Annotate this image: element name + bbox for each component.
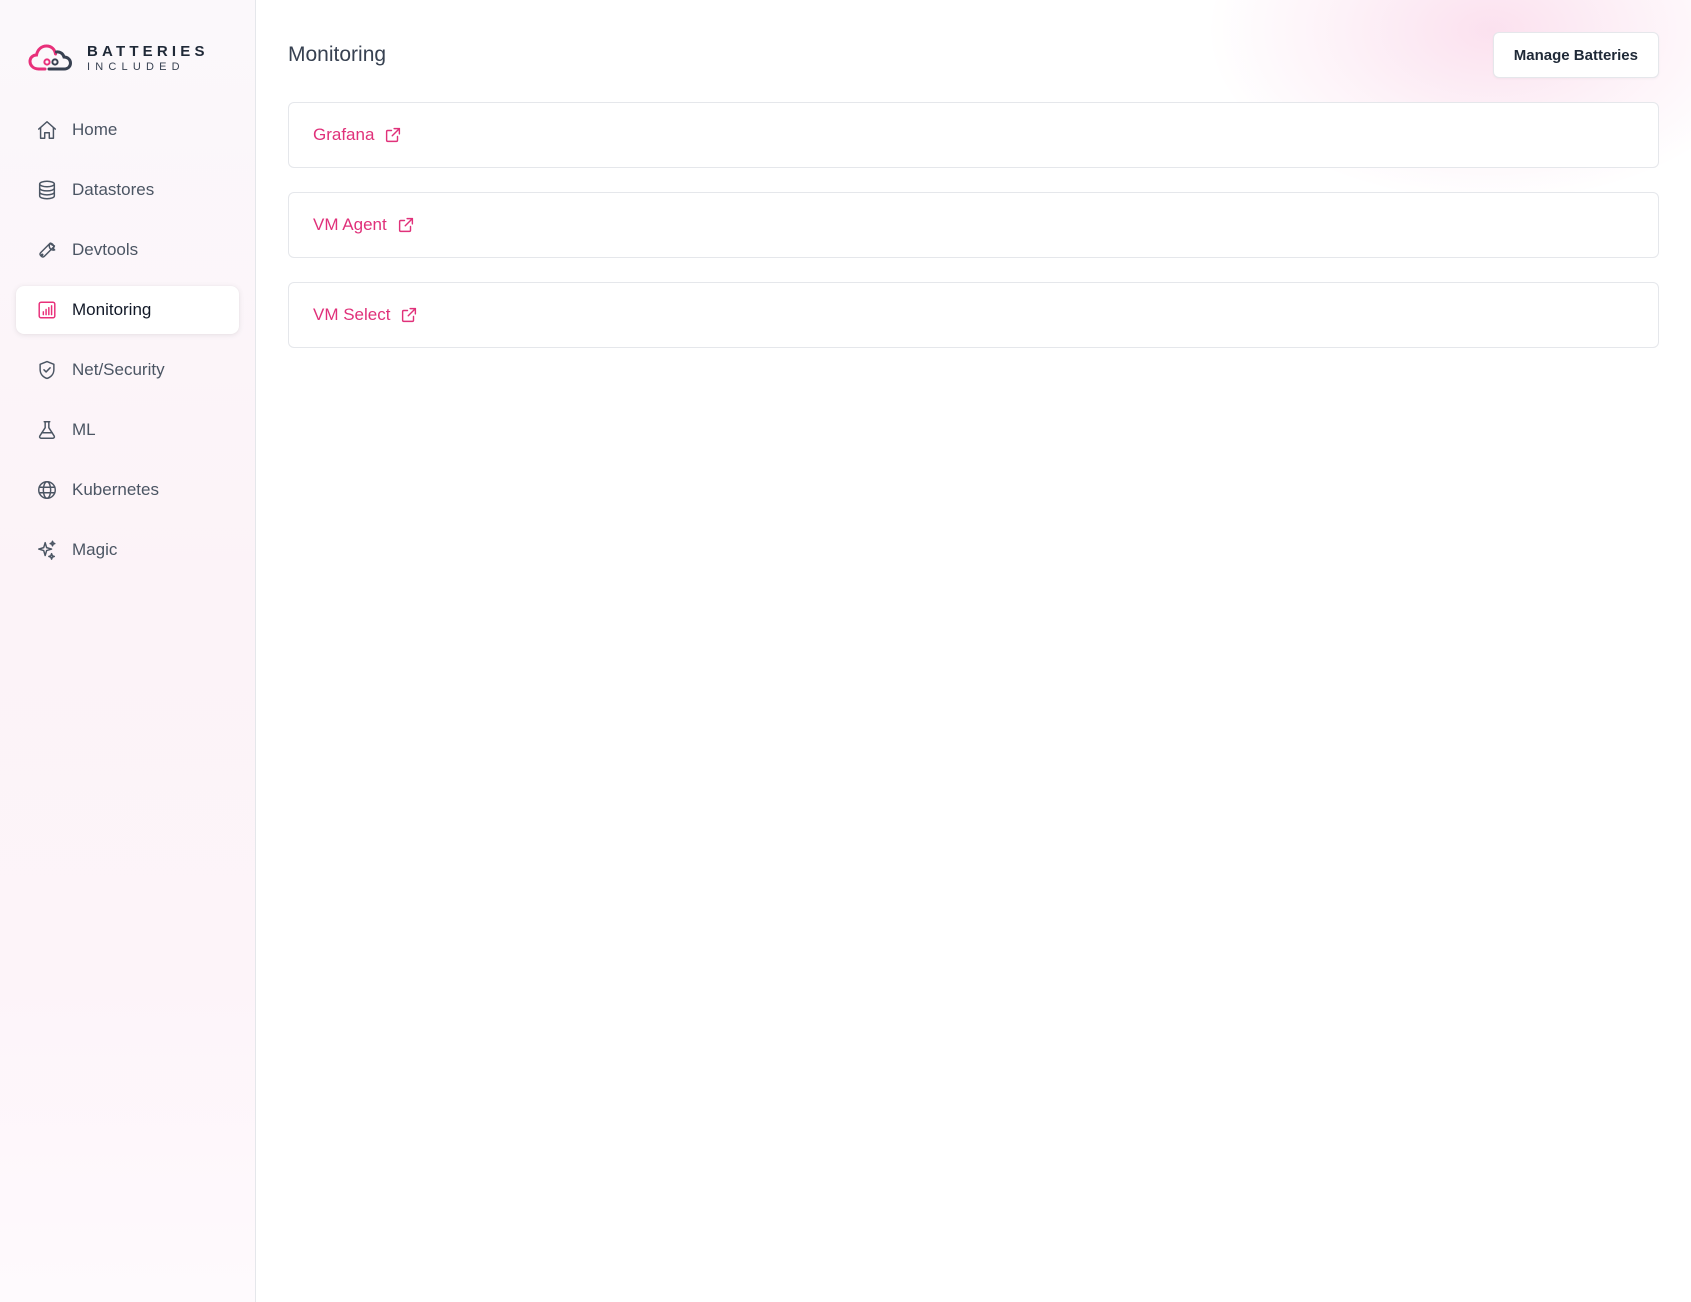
sidebar-item-label: Devtools <box>72 240 139 259</box>
flask-icon <box>36 419 58 441</box>
sidebar: BATTERIES INCLUDED Home Datastores Devto… <box>0 0 256 1302</box>
link-label: VM Agent <box>313 215 387 234</box>
brand-line2: INCLUDED <box>87 60 185 73</box>
brand-text: BATTERIES INCLUDED <box>87 44 209 73</box>
link-label: VM Select <box>313 305 391 324</box>
sidebar-item-label: Kubernetes <box>72 480 159 499</box>
link-card-grafana: Grafana <box>288 102 1659 168</box>
page-title: Monitoring <box>288 43 387 66</box>
sidebar-item-ml[interactable]: ML <box>16 406 239 454</box>
sidebar-item-label: Magic <box>72 540 118 559</box>
vm-agent-link[interactable]: VM Agent <box>313 215 415 235</box>
grafana-link[interactable]: Grafana <box>313 125 402 145</box>
sidebar-item-home[interactable]: Home <box>16 106 239 154</box>
cloud-logo-icon <box>27 42 73 74</box>
link-card-vm-agent: VM Agent <box>288 192 1659 258</box>
link-list: Grafana VM Agent VM Select <box>288 102 1659 372</box>
sidebar-item-monitoring[interactable]: Monitoring <box>16 286 239 334</box>
sparkles-icon <box>36 539 58 561</box>
database-icon <box>36 179 58 201</box>
main-content: Monitoring Manage Batteries Grafana VM A… <box>256 0 1691 1302</box>
sidebar-item-label: Net/Security <box>72 360 165 379</box>
link-card-vm-select: VM Select <box>288 282 1659 348</box>
vm-select-link[interactable]: VM Select <box>313 305 418 325</box>
sidebar-item-label: Home <box>72 120 118 139</box>
link-label: Grafana <box>313 125 375 144</box>
sidebar-item-devtools[interactable]: Devtools <box>16 226 239 274</box>
sidebar-item-magic[interactable]: Magic <box>16 526 239 574</box>
brand-logo[interactable]: BATTERIES INCLUDED <box>27 42 209 74</box>
home-icon <box>36 119 58 141</box>
brand-line1: BATTERIES <box>87 42 209 60</box>
wrench-icon <box>36 239 58 261</box>
sidebar-nav: Home Datastores Devtools Monitoring Net/… <box>16 106 239 586</box>
shield-check-icon <box>36 359 58 381</box>
external-link-icon <box>397 216 415 234</box>
sidebar-item-label: ML <box>72 420 96 439</box>
sidebar-item-kubernetes[interactable]: Kubernetes <box>16 466 239 514</box>
external-link-icon <box>400 306 418 324</box>
sidebar-item-net-security[interactable]: Net/Security <box>16 346 239 394</box>
sidebar-item-label: Datastores <box>72 180 155 199</box>
manage-batteries-button[interactable]: Manage Batteries <box>1492 32 1659 78</box>
bar-chart-icon <box>36 299 58 321</box>
external-link-icon <box>384 126 402 144</box>
app-root: BATTERIES INCLUDED Home Datastores Devto… <box>0 0 1691 1302</box>
sidebar-item-label: Monitoring <box>72 300 152 319</box>
globe-icon <box>36 479 58 501</box>
sidebar-item-datastores[interactable]: Datastores <box>16 166 239 214</box>
